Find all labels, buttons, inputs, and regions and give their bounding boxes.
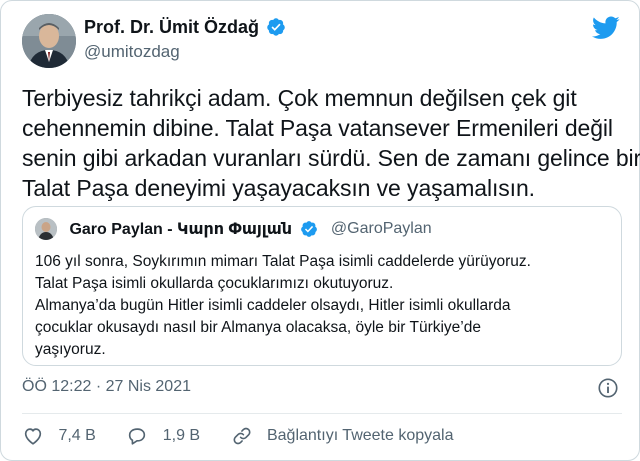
speech-bubble-icon	[129, 428, 146, 445]
quoted-author-avatar	[35, 218, 57, 240]
tweet-text-line: Talat Paşa deneyimi yaşayacaksın ve yaşa…	[22, 175, 535, 201]
tweet-header: Prof. Dr. Ümit Özdağ @umitozdag	[22, 14, 622, 70]
author-handle[interactable]: @umitozdag	[84, 40, 286, 64]
quoted-text-line: yaşıyoruz.	[35, 341, 106, 358]
info-icon[interactable]	[597, 377, 619, 399]
quoted-text-line: Almanya’da bugün Hitler isimli caddeler …	[35, 297, 511, 314]
verified-badge-icon	[267, 18, 286, 36]
tweet-timestamp[interactable]: ÖÖ 12:22 · 27 Nis 2021	[22, 378, 191, 396]
heart-icon	[24, 428, 42, 445]
author-avatar[interactable]	[22, 14, 76, 68]
author-name-block: Prof. Dr. Ümit Özdağ @umitozdag	[84, 16, 286, 64]
tweet-actions: 7,4 B 1,9 B Bağlantıyı Tweete kopyala	[22, 425, 479, 451]
author-avatar-image	[22, 14, 76, 68]
like-count: 7,4 B	[58, 427, 96, 444]
copy-link-button[interactable]: Bağlantıyı Tweete kopyala	[231, 425, 454, 447]
tweet-text-line: cehennemin dibine. Talat Paşa vatansever…	[22, 115, 613, 141]
twitter-bird-icon[interactable]	[592, 16, 620, 40]
copy-link-label: Bağlantıyı Tweete kopyala	[266, 427, 454, 444]
author-display-name[interactable]: Prof. Dr. Ümit Özdağ	[84, 16, 259, 38]
quoted-text-line: 106 yıl sonra, Soykırımın mimarı Talat P…	[35, 253, 531, 270]
tweet-text: Terbiyesiz tahrikçi adam. Çok memnun değ…	[22, 83, 640, 203]
reply-button[interactable]: 1,9 B	[126, 425, 200, 447]
quoted-tweet-header: Garo Paylan - Կարո Փայլան @GaroPaylan	[35, 218, 432, 242]
reply-count: 1,9 B	[162, 427, 201, 444]
like-button[interactable]: 7,4 B	[22, 425, 96, 447]
quoted-author-handle[interactable]: @GaroPaylan	[331, 220, 432, 238]
quoted-author-display-name[interactable]: Garo Paylan - Կարո Փայլան	[69, 219, 292, 239]
quoted-tweet[interactable]: Garo Paylan - Կարո Փայլան @GaroPaylan 10…	[22, 206, 622, 366]
quoted-tweet-text: 106 yıl sonra, Soykırımın mimarı Talat P…	[35, 251, 615, 361]
quoted-text-line: çocuklar okusaydı nasıl bir Almanya olac…	[35, 319, 481, 336]
tweet-card: Prof. Dr. Ümit Özdağ @umitozdag Terbiyes…	[0, 0, 640, 461]
tweet-text-line: senin gibi arkadan vuranları sürdü. Sen …	[22, 145, 640, 171]
divider	[22, 413, 622, 414]
link-icon	[233, 427, 251, 445]
tweet-text-line: Terbiyesiz tahrikçi adam. Çok memnun değ…	[22, 85, 577, 111]
quoted-text-line: Talat Paşa isimli okullarda çocuklarımız…	[35, 275, 394, 292]
verified-badge-icon	[301, 221, 318, 237]
